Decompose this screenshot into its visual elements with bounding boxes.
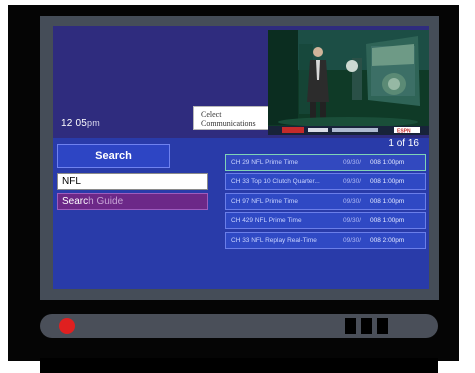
result-title: CH 33 NFL Replay Real-Time	[231, 237, 317, 244]
video-preview[interactable]: ESPN	[268, 30, 429, 135]
result-date: 09/30/	[343, 178, 362, 185]
result-row[interactable]: CH 97 NFL Prime Time 09/30/ 008 1:00pm	[225, 193, 426, 210]
clock-ampm: pm	[87, 118, 100, 128]
search-guide-button[interactable]: Search Guide	[57, 193, 208, 210]
sponsor-logo: Celect Communications	[193, 106, 269, 130]
result-date: 09/30/	[343, 159, 362, 166]
clock: 12 05pm	[61, 118, 100, 129]
result-row[interactable]: CH 29 NFL Prime Time 09/30/ 008 1:00pm	[225, 154, 426, 171]
page-indicator: 1 of 16	[388, 138, 419, 149]
result-row[interactable]: CH 33 NFL Replay Real-Time 09/30/ 008 2:…	[225, 232, 426, 249]
result-time: 008 1:00pm	[370, 159, 405, 166]
result-title: CH 97 NFL Prime Time	[231, 198, 298, 205]
tv-hardware-button[interactable]	[377, 318, 388, 334]
clock-time: 12 05	[61, 118, 88, 129]
result-date: 09/30/	[343, 217, 362, 224]
tv-hardware-button[interactable]	[345, 318, 356, 334]
result-time: 008 2:00pm	[370, 237, 405, 244]
tv-hardware-button[interactable]	[361, 318, 372, 334]
tv-control-bar	[40, 314, 438, 338]
television-stand	[40, 358, 438, 373]
sponsor-line-1: Celect	[201, 110, 222, 119]
result-time: 008 1:00pm	[370, 198, 405, 205]
sponsor-line-2: Communications	[201, 119, 256, 128]
search-button[interactable]: Search	[57, 144, 170, 168]
channel-badge: ESPN	[397, 129, 411, 135]
search-guide-label-prefix: Searc	[62, 196, 89, 207]
result-row[interactable]: CH 33 Top 10 Clutch Quarter... 09/30/ 00…	[225, 173, 426, 190]
result-date: 09/30/	[343, 198, 362, 205]
result-time: 008 1:00pm	[370, 217, 405, 224]
search-guide-label-suffix: h Guide	[88, 196, 124, 207]
video-frame-image: ESPN	[268, 30, 429, 135]
power-indicator-icon	[59, 318, 75, 334]
result-row[interactable]: CH 429 NFL Prime Time 09/30/ 008 1:00pm	[225, 212, 426, 229]
search-input[interactable]: NFL	[57, 173, 208, 190]
result-time: 008 1:00pm	[370, 178, 405, 185]
result-title: CH 29 NFL Prime Time	[231, 159, 298, 166]
result-title: CH 33 Top 10 Clutch Quarter...	[231, 178, 320, 185]
result-date: 09/30/	[343, 237, 362, 244]
result-title: CH 429 NFL Prime Time	[231, 217, 302, 224]
tv-screen: 12 05pm Celect Communications ESPN Searc…	[53, 26, 429, 289]
